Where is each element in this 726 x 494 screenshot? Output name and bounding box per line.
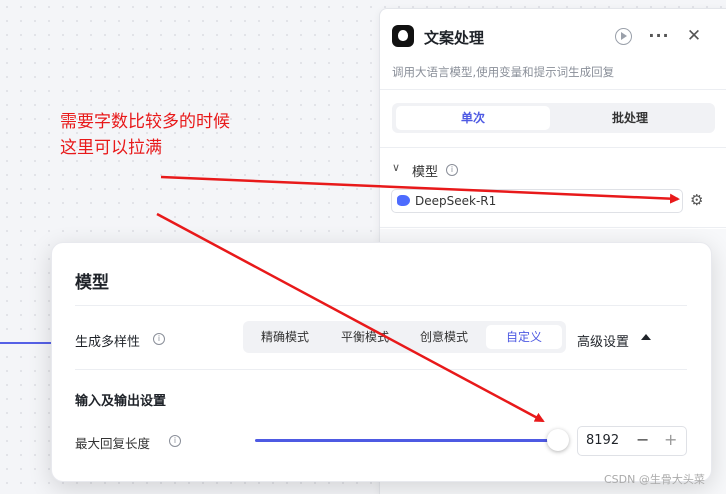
annotation-arrows [156, 175, 680, 423]
arrow-to-slider [156, 212, 545, 423]
watermark: CSDN @生骨大头菜 [604, 473, 705, 486]
arrow-to-model-gear [160, 175, 680, 204]
